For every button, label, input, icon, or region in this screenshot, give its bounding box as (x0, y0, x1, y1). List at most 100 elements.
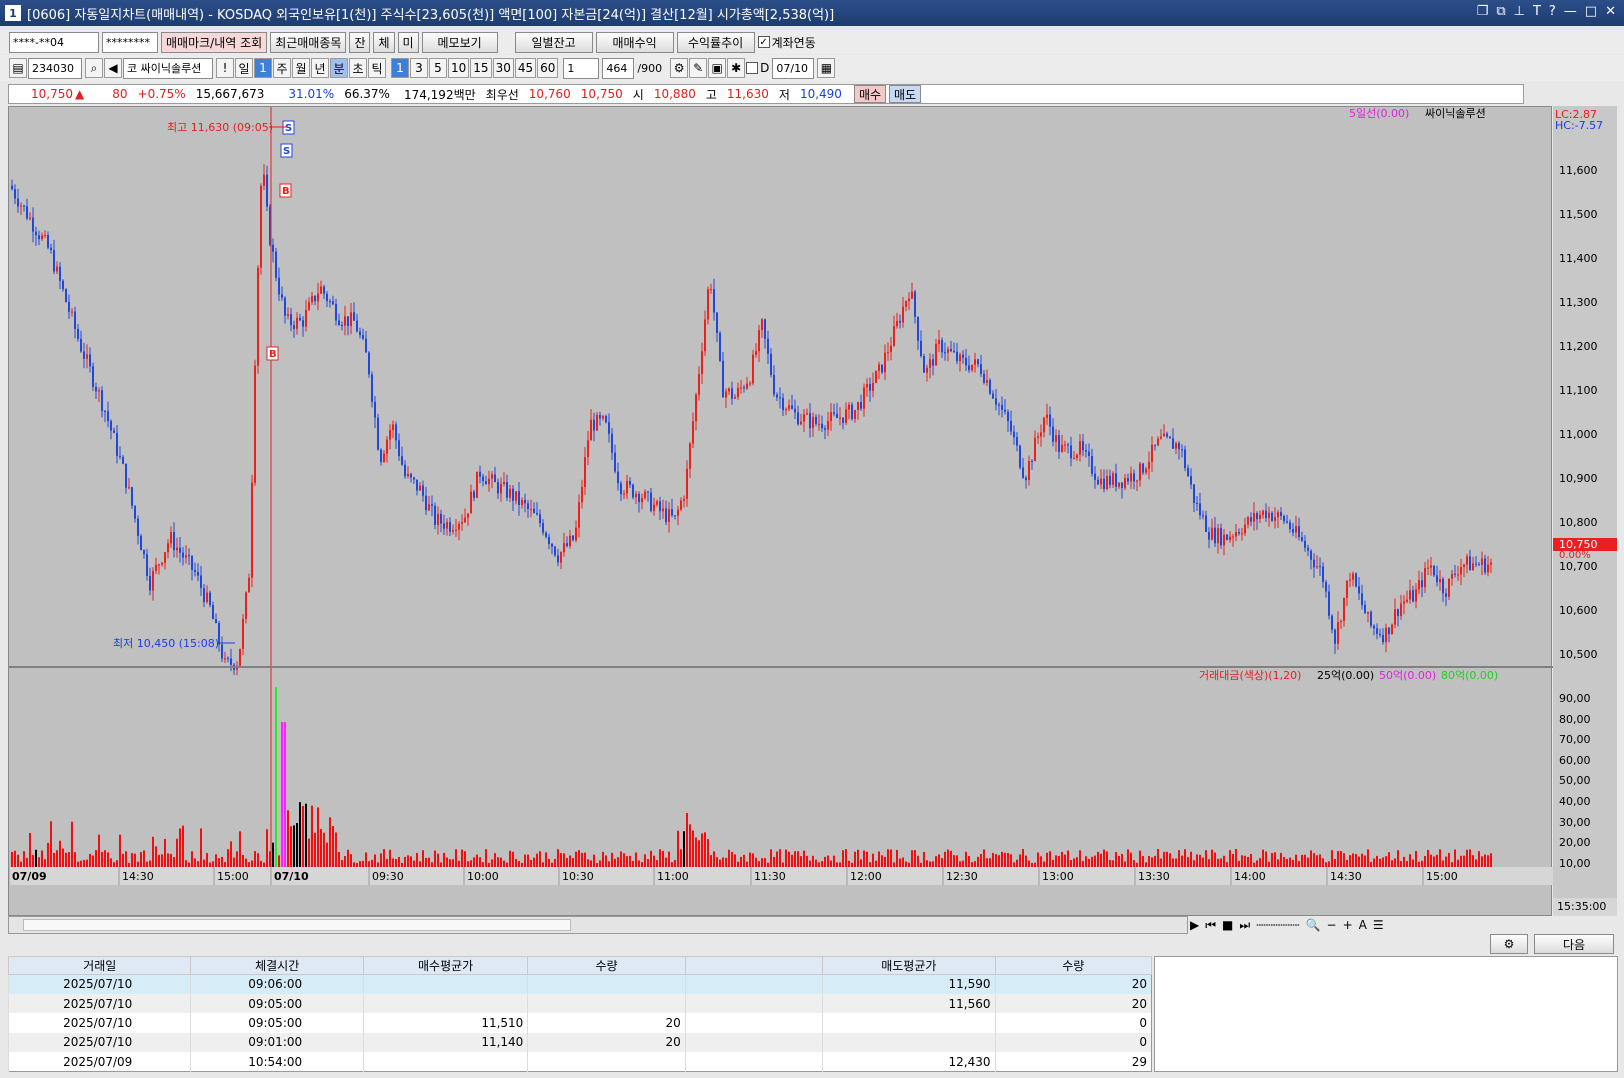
time-tick-label: 13:30 (1138, 870, 1170, 883)
volume-bar (1121, 853, 1123, 867)
volume-bar (974, 861, 976, 867)
volume-bar (1148, 856, 1150, 867)
period-month[interactable]: 월 (292, 58, 310, 78)
min-60[interactable]: 60 (537, 58, 559, 78)
min-1[interactable]: 1 (391, 58, 409, 78)
trade-profit-button[interactable]: 매매수익 (595, 31, 674, 53)
min-3[interactable]: 3 (410, 58, 428, 78)
period-second[interactable]: 초 (349, 58, 367, 78)
table-row[interactable]: 2025/07/09 10:54:00 12,430 29 (7, 1052, 1152, 1072)
candle-body (404, 464, 406, 477)
code-input[interactable]: 234030 (28, 57, 82, 79)
return-trend-button[interactable]: 수익률추이 (676, 31, 755, 53)
play-icon[interactable]: ▶ (1190, 918, 1199, 932)
recent-trades-button[interactable]: 최근매매종목 (270, 31, 347, 53)
che-button[interactable]: 체 (373, 31, 395, 53)
mi-button[interactable]: 미 (397, 31, 419, 53)
period-tick[interactable]: 틱 (368, 58, 386, 78)
min-15[interactable]: 15 (470, 58, 492, 78)
plus-icon[interactable]: + (1343, 918, 1353, 932)
candle-body (1112, 473, 1114, 485)
next-button[interactable]: 다음 (1534, 934, 1614, 954)
table-row[interactable]: 2025/07/10 09:05:00 11,510 20 0 (7, 1013, 1152, 1033)
memo-button[interactable]: 메모보기 (421, 31, 498, 53)
period-minute[interactable]: 분 (330, 58, 348, 78)
forward-icon[interactable]: ⏭ (1239, 918, 1250, 933)
col-date[interactable]: 거래일 (7, 956, 192, 975)
volume-bar (1268, 861, 1270, 867)
col-sell-qty[interactable]: 수량 (994, 956, 1153, 975)
scroll-thumb[interactable] (23, 919, 571, 931)
grid-settings-icon[interactable]: ⚙ (1490, 934, 1528, 954)
maximize-icon[interactable]: □ (1585, 4, 1597, 19)
period-week[interactable]: 주 (273, 58, 291, 78)
candle-body (1280, 512, 1282, 516)
jan-button[interactable]: 잔 (349, 31, 371, 53)
best-buy-price: 10,750 (580, 87, 623, 101)
password-field[interactable]: ******** (102, 31, 158, 53)
zoom-in-icon[interactable]: 🔍 (1306, 918, 1321, 932)
account-link-checkbox[interactable]: ✓ 계좌연동 (757, 34, 816, 51)
chart-area[interactable]: 07/09 14:30 15:00 07/10 09:30 10:00 10:30 11:00… (8, 106, 1553, 916)
volume-bar (1229, 850, 1231, 867)
table-row[interactable]: 2025/07/10 09:05:00 11,560 20 (7, 993, 1152, 1014)
period-day-button[interactable]: 일 (235, 58, 253, 78)
list-icon[interactable]: ☰ (1373, 918, 1384, 932)
table-row[interactable]: 2025/07/10 09:06:00 11,590 20 (7, 974, 1152, 994)
sound-icon[interactable]: ◀ (104, 58, 122, 78)
candle-body (374, 401, 376, 418)
stop-icon[interactable]: ■ (1222, 918, 1233, 932)
volume-bar (119, 834, 121, 867)
close-icon[interactable]: ✕ (1605, 4, 1616, 19)
indicator-icon[interactable]: ⚙ (670, 58, 689, 78)
candle-body (959, 354, 961, 362)
account-select[interactable]: ****-**04 (9, 31, 99, 53)
calendar-icon[interactable]: ▦ (817, 58, 836, 78)
help-icon[interactable]: ? (1549, 4, 1556, 19)
restore-icon[interactable]: ❐ (1477, 4, 1489, 19)
min-10[interactable]: 10 (448, 58, 470, 78)
volume-bar (317, 807, 319, 867)
candle-body (389, 429, 391, 440)
candle-body (761, 319, 763, 331)
tool-icon[interactable]: ✎ (689, 58, 708, 78)
col-time[interactable]: 체결시간 (190, 956, 364, 975)
daily-balance-button[interactable]: 일별잔고 (514, 31, 593, 53)
sell-button[interactable]: 매도 (889, 85, 922, 103)
date-input[interactable]: 07/10 (772, 57, 815, 79)
pin-icon[interactable]: ⊥ (1514, 4, 1525, 19)
col-sell-avg[interactable]: 매도평균가 (822, 956, 996, 975)
search-icon[interactable]: ⌕ (85, 58, 103, 78)
volume-bar (968, 855, 970, 867)
period-year[interactable]: 년 (311, 58, 329, 78)
minimize-icon[interactable]: — (1564, 4, 1577, 19)
tile-icon[interactable]: ⧉ (1496, 4, 1505, 19)
period-num-select[interactable]: 1 (254, 58, 272, 78)
layout-icon[interactable]: ▤ (9, 58, 27, 78)
candle-body (791, 405, 793, 409)
buy-button[interactable]: 매수 (853, 85, 887, 103)
view-count-field[interactable]: 464 (602, 57, 635, 79)
col-buy-avg[interactable]: 매수평균가 (362, 956, 529, 975)
alert-button[interactable]: ! (216, 58, 234, 78)
date-checkbox[interactable]: D (746, 61, 769, 75)
volume-bar (1406, 861, 1408, 867)
minus-icon[interactable]: − (1327, 918, 1337, 932)
settings-icon[interactable]: ✱ (727, 58, 746, 78)
mark-query-button[interactable]: 매매마크/내역 조회 (161, 31, 268, 53)
min-45[interactable]: 45 (514, 58, 537, 78)
volume-bar (209, 862, 211, 867)
min-30[interactable]: 30 (492, 58, 514, 78)
count-select[interactable]: 1 (563, 57, 600, 79)
col-buy-qty[interactable]: 수량 (527, 956, 686, 975)
volume-bar (761, 858, 763, 867)
font-icon[interactable]: T (1533, 4, 1541, 19)
rewind-icon[interactable]: ⏮ (1205, 918, 1216, 933)
zoom-slider[interactable]: ┄┄┄┄┄┄ (1256, 918, 1299, 932)
volume-bar (1166, 851, 1168, 867)
chart-scrollbar[interactable] (8, 916, 1188, 934)
min-5[interactable]: 5 (429, 58, 447, 78)
save-icon[interactable]: ▣ (708, 58, 727, 78)
table-row[interactable]: 2025/07/10 09:01:00 11,140 20 0 (7, 1032, 1152, 1053)
text-icon[interactable]: A (1359, 918, 1367, 932)
